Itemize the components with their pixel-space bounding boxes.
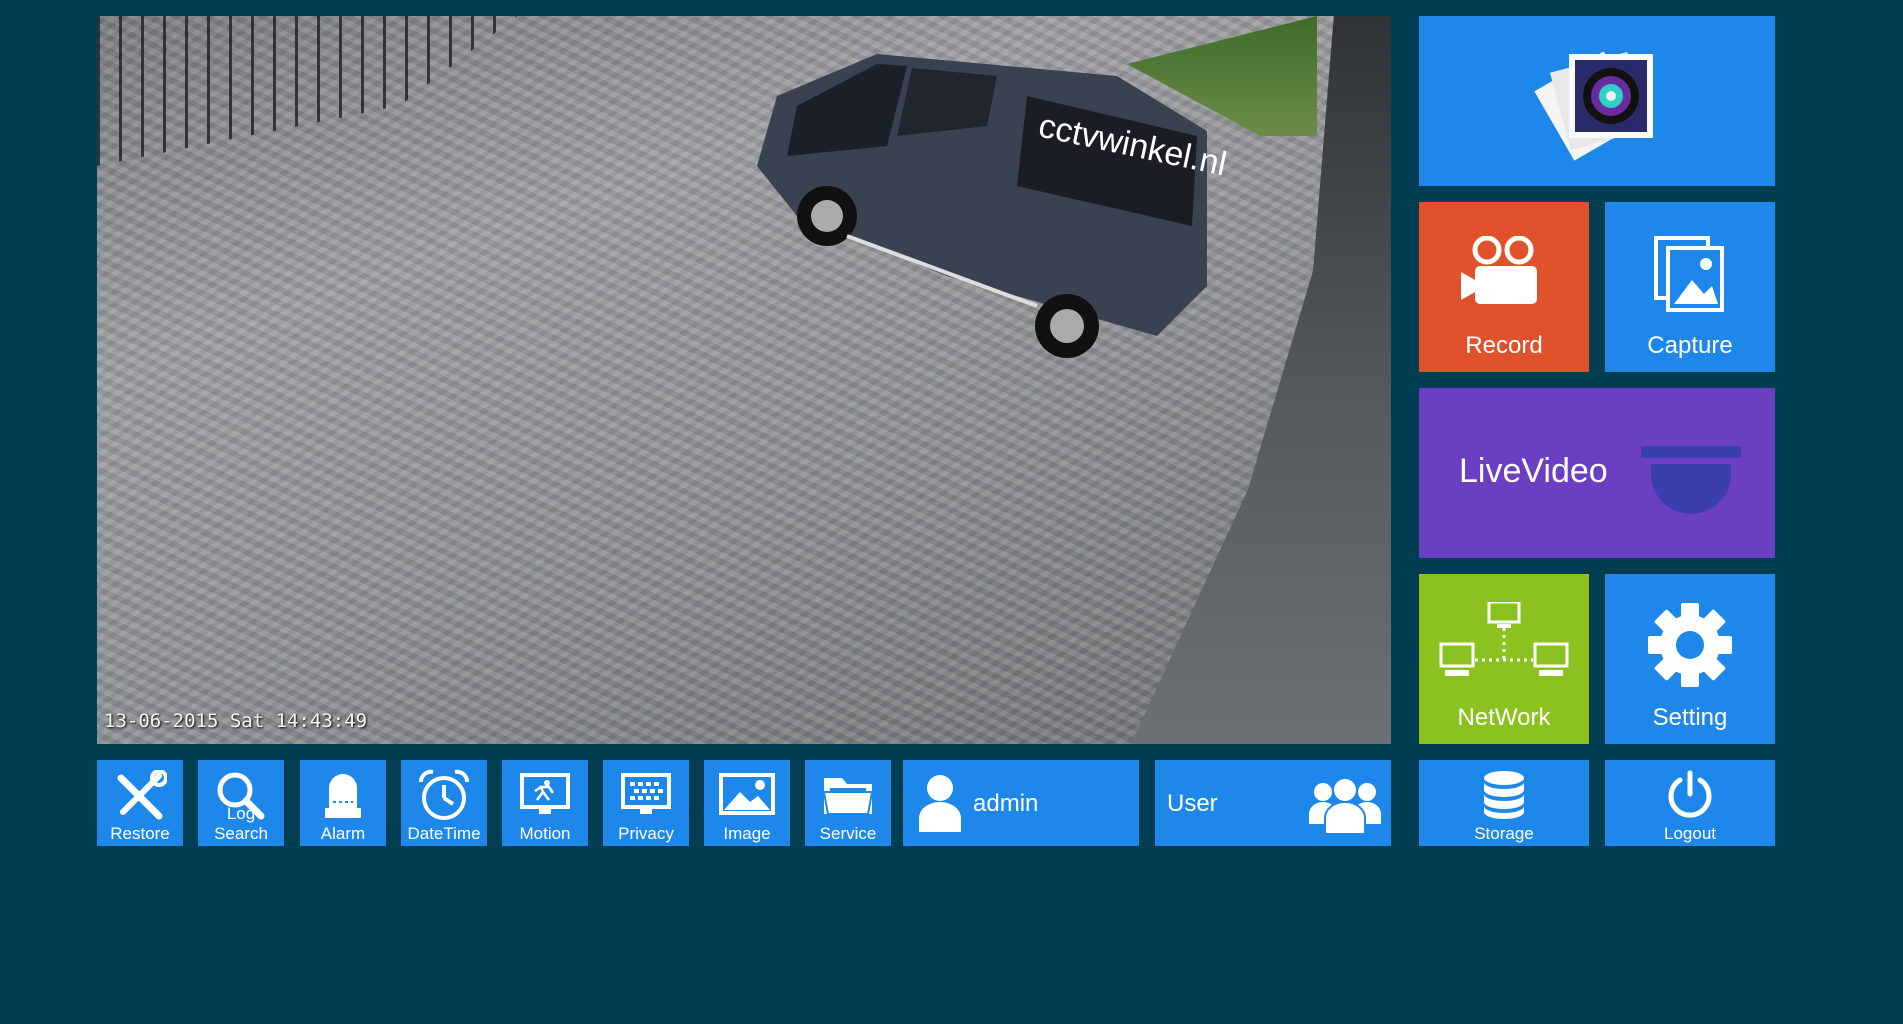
motion-monitor-icon xyxy=(520,773,570,814)
service-label: Service xyxy=(819,824,877,843)
image-icon xyxy=(719,773,775,815)
motion-label: Motion xyxy=(519,824,571,843)
image-button[interactable]: Image xyxy=(704,760,790,846)
power-icon xyxy=(1668,770,1712,818)
setting-tile[interactable]: Setting xyxy=(1605,574,1775,744)
alarm-clock-icon xyxy=(419,769,469,820)
network-icon xyxy=(1439,602,1569,676)
photos-tile[interactable] xyxy=(1419,16,1775,186)
datetime-button[interactable]: DateTime xyxy=(401,760,487,846)
log-search-label: Log Search xyxy=(214,804,268,843)
admin-label: admin xyxy=(973,790,1039,817)
video-timestamp: 13-06-2015 Sat 14:43:49 xyxy=(104,710,368,732)
user-management-button[interactable]: User xyxy=(1155,760,1391,846)
livevideo-label: LiveVideo xyxy=(1459,452,1608,490)
user-label: User xyxy=(1167,790,1218,817)
service-button[interactable]: Service xyxy=(805,760,891,846)
network-tile[interactable]: NetWork xyxy=(1419,574,1589,744)
capture-label: Capture xyxy=(1647,332,1733,359)
alarm-siren-icon xyxy=(325,774,361,818)
tools-icon xyxy=(117,770,167,820)
record-tile[interactable]: Record xyxy=(1419,202,1589,372)
user-group-icon xyxy=(1309,777,1381,834)
van-image: cctvwinkel.nl xyxy=(757,54,1230,358)
photo-stack-icon xyxy=(1534,51,1653,161)
restore-button[interactable]: Restore xyxy=(97,760,183,846)
privacy-mask-icon xyxy=(621,773,671,814)
alarm-label: Alarm xyxy=(320,824,366,843)
image-label: Image xyxy=(723,824,771,843)
motion-button[interactable]: Motion xyxy=(502,760,588,846)
storage-label: Storage xyxy=(1474,824,1534,843)
logout-button[interactable]: Logout xyxy=(1605,760,1775,846)
datetime-label: DateTime xyxy=(407,824,481,843)
logout-label: Logout xyxy=(1664,824,1716,843)
user-icon xyxy=(919,775,961,832)
database-icon xyxy=(1484,771,1524,819)
picture-frame-icon xyxy=(1654,236,1724,312)
setting-label: Setting xyxy=(1652,704,1728,731)
privacy-label: Privacy xyxy=(618,824,674,843)
folder-icon xyxy=(822,778,874,815)
alarm-button[interactable]: Alarm xyxy=(300,760,386,846)
privacy-button[interactable]: Privacy xyxy=(603,760,689,846)
network-label: NetWork xyxy=(1457,704,1551,731)
record-label: Record xyxy=(1465,332,1543,359)
capture-tile[interactable]: Capture xyxy=(1605,202,1775,372)
restore-label: Restore xyxy=(110,824,170,843)
video-camera-icon xyxy=(1461,236,1537,304)
dome-camera-icon xyxy=(1641,446,1741,514)
admin-account-button[interactable]: admin xyxy=(903,760,1139,846)
log-search-button[interactable]: Log Search xyxy=(198,760,284,846)
livevideo-tile[interactable]: LiveVideo xyxy=(1419,388,1775,558)
gear-icon xyxy=(1648,603,1732,687)
storage-button[interactable]: Storage xyxy=(1419,760,1589,846)
live-video-feed: cctvwinkel.nl xyxy=(97,16,1391,744)
